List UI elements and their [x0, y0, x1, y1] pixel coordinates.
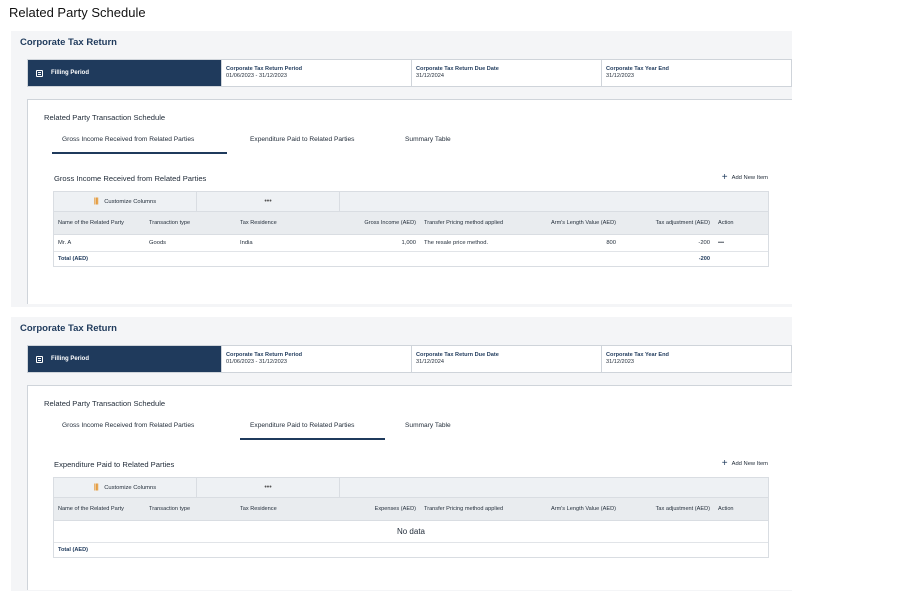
panel-header: Corporate Tax Return [20, 37, 117, 48]
customize-columns-label: Customize Columns [104, 484, 157, 491]
schedule-card: Related Party Transaction Schedule Gross… [27, 99, 792, 304]
due-date-cell: Corporate Tax Return Due Date 31/12/2024 [411, 346, 601, 372]
return-period-label: Corporate Tax Return Period [226, 352, 303, 358]
filing-period-bar: Filling Period Corporate Tax Return Peri… [27, 345, 792, 373]
column-header: Arm's Length Value (AED) [550, 506, 616, 512]
add-new-item-label: Add New Item [731, 461, 768, 467]
year-end-cell: Corporate Tax Year End 31/12/2023 [601, 346, 791, 372]
filing-period-bar: Filling Period Corporate Tax Return Peri… [27, 59, 792, 87]
column-header: Gross Income (AED) [364, 220, 416, 226]
due-date-cell: Corporate Tax Return Due Date 31/12/2024 [411, 60, 601, 86]
section-title: Gross Income Received from Related Parti… [54, 174, 207, 183]
column-header: Action [718, 506, 734, 512]
total-value: -200 [698, 256, 710, 262]
tab-summary[interactable]: Summary Table [395, 422, 475, 440]
filing-period-label[interactable]: Filling Period [28, 60, 221, 86]
add-new-item-button[interactable]: + Add New Item [721, 458, 768, 469]
plus-icon: + [721, 172, 728, 183]
return-period-label: Corporate Tax Return Period [226, 66, 303, 72]
due-date-value: 31/12/2024 [416, 73, 444, 79]
table-row[interactable]: Mr. A Goods India 1,000 The resale price… [54, 235, 768, 252]
cell-type: Goods [149, 240, 167, 246]
year-end-value: 31/12/2023 [606, 73, 634, 79]
tab-summary[interactable]: Summary Table [395, 136, 475, 154]
schedule-tabs: Gross Income Received from Related Parti… [52, 136, 475, 154]
schedule-title: Related Party Transaction Schedule [44, 399, 166, 408]
cell-residence: India [240, 240, 253, 246]
total-label: Total (AED) [58, 547, 89, 553]
year-end-cell: Corporate Tax Year End 31/12/2023 [601, 60, 791, 86]
more-options-button[interactable]: ••• [197, 478, 340, 497]
empty-state: No data [54, 521, 768, 543]
expenditure-table: ||| Customize Columns ••• Name of the Re… [53, 477, 769, 558]
column-header: Transfer Pricing method applied [424, 506, 504, 512]
cell-gross-income: 1,000 [401, 240, 416, 246]
year-end-label: Corporate Tax Year End [606, 352, 669, 358]
tax-return-panel-income: Corporate Tax Return Filling Period Corp… [11, 31, 792, 307]
tab-expenditure[interactable]: Expenditure Paid to Related Parties [240, 422, 385, 440]
plus-icon: + [721, 458, 728, 469]
income-table: ||| Customize Columns ••• Name of the Re… [53, 191, 769, 267]
more-options-button[interactable]: ••• [197, 192, 340, 211]
schedule-title: Related Party Transaction Schedule [44, 113, 166, 122]
filing-period-text: Filling Period [51, 70, 90, 76]
tab-gross-income[interactable]: Gross Income Received from Related Parti… [52, 136, 227, 154]
total-value [620, 543, 714, 557]
year-end-value: 31/12/2023 [606, 359, 634, 365]
table-toolbar: ||| Customize Columns ••• [54, 192, 768, 212]
total-label: Total (AED) [58, 256, 89, 262]
return-period-value: 01/06/2023 - 31/12/2023 [226, 359, 287, 365]
section-title: Expenditure Paid to Related Parties [54, 460, 175, 469]
due-date-value: 31/12/2024 [416, 359, 444, 365]
table-header: Name of the Related Party Transaction ty… [54, 498, 768, 521]
customize-columns-label: Customize Columns [104, 198, 157, 205]
due-date-label: Corporate Tax Return Due Date [416, 352, 499, 358]
column-header: Tax Residence [240, 506, 277, 512]
tab-expenditure[interactable]: Expenditure Paid to Related Parties [240, 136, 385, 154]
tab-gross-income[interactable]: Gross Income Received from Related Parti… [52, 422, 227, 440]
column-header: Transaction type [149, 506, 191, 512]
add-new-item-label: Add New Item [731, 175, 768, 181]
columns-icon: ||| [93, 484, 99, 491]
total-row: Total (AED) -200 [54, 252, 768, 266]
table-header: Name of the Related Party Transaction ty… [54, 212, 768, 235]
column-header: Transfer Pricing method applied [424, 220, 504, 226]
year-end-label: Corporate Tax Year End [606, 66, 669, 72]
cell-arms-length: 800 [606, 240, 616, 246]
customize-columns-button[interactable]: ||| Customize Columns [54, 478, 197, 497]
column-header: Expenses (AED) [374, 506, 416, 512]
schedule-card: Related Party Transaction Schedule Gross… [27, 385, 792, 590]
columns-icon: ||| [93, 198, 99, 205]
return-period-cell: Corporate Tax Return Period 01/06/2023 -… [221, 60, 411, 86]
cell-method: The resale price method. [424, 240, 489, 246]
total-row: Total (AED) [54, 543, 768, 557]
column-header: Arm's Length Value (AED) [550, 220, 616, 226]
due-date-label: Corporate Tax Return Due Date [416, 66, 499, 72]
cell-name: Mr. A [58, 240, 72, 246]
column-header: Tax Residence [240, 220, 277, 226]
column-header: Action [718, 220, 734, 226]
table-toolbar: ||| Customize Columns ••• [54, 478, 768, 498]
filing-period-text: Filling Period [51, 356, 90, 362]
calendar-icon [36, 69, 43, 77]
column-header: Name of the Related Party [58, 220, 124, 226]
add-new-item-button[interactable]: + Add New Item [721, 172, 768, 183]
cell-adjustment: -200 [698, 240, 710, 246]
column-header: Tax adjustment (AED) [655, 506, 710, 512]
return-period-cell: Corporate Tax Return Period 01/06/2023 -… [221, 346, 411, 372]
tax-return-panel-expenditure: Corporate Tax Return Filling Period Corp… [11, 317, 792, 591]
column-header: Transaction type [149, 220, 191, 226]
calendar-icon [36, 355, 43, 363]
return-period-value: 01/06/2023 - 31/12/2023 [226, 73, 287, 79]
row-action-menu[interactable]: ••• [714, 235, 768, 251]
page-title: Related Party Schedule [9, 5, 146, 20]
panel-header: Corporate Tax Return [20, 323, 117, 334]
column-header: Tax adjustment (AED) [655, 220, 710, 226]
customize-columns-button[interactable]: ||| Customize Columns [54, 192, 197, 211]
schedule-tabs: Gross Income Received from Related Parti… [52, 422, 475, 440]
filing-period-label[interactable]: Filling Period [28, 346, 221, 372]
column-header: Name of the Related Party [58, 506, 124, 512]
